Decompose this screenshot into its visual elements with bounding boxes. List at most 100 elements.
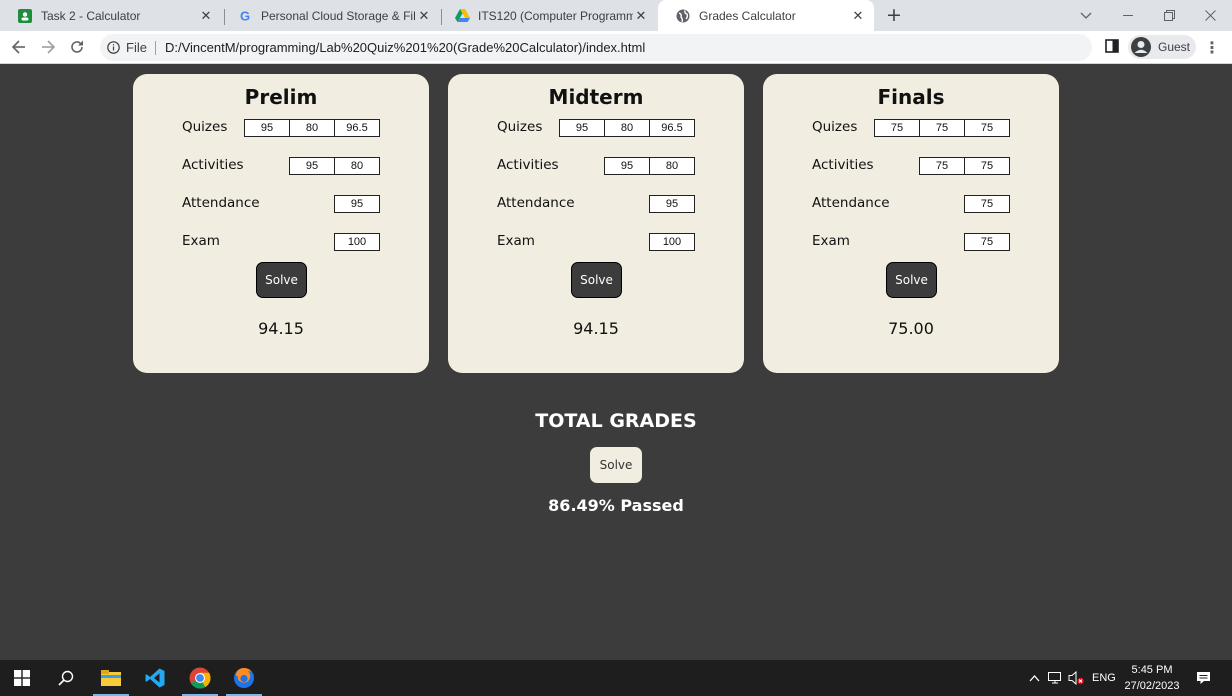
finals-result: 75.00	[888, 319, 934, 338]
activity-2-input[interactable]	[649, 157, 695, 175]
attendance-label: Attendance	[812, 195, 890, 211]
globe-icon	[675, 8, 691, 24]
drive-icon	[454, 8, 470, 24]
notification-icon[interactable]	[1194, 660, 1212, 696]
total-result: 86.49% Passed	[548, 496, 684, 515]
forward-arrow-icon[interactable]	[38, 37, 58, 57]
file-chip: File	[126, 40, 156, 55]
volume-muted-icon[interactable]	[1067, 660, 1085, 696]
file-explorer-icon[interactable]	[89, 660, 133, 696]
info-icon[interactable]	[107, 41, 120, 54]
attendance-input[interactable]	[334, 195, 380, 213]
quiz-2-input[interactable]	[289, 119, 335, 137]
total-grades-heading: TOTAL GRADES	[535, 410, 697, 432]
activity-2-input[interactable]	[964, 157, 1010, 175]
quiz-1-input[interactable]	[874, 119, 920, 137]
menu-kebab-icon[interactable]: ⋮	[1204, 38, 1220, 57]
tab-title: ITS120 (Computer Programming	[478, 8, 633, 23]
url-text[interactable]: D:/VincentM/programming/Lab%20Quiz%201%2…	[165, 40, 645, 55]
close-tab-icon[interactable]: ✕	[198, 8, 214, 24]
new-tab-button[interactable]: +	[884, 4, 904, 26]
exam-input[interactable]	[964, 233, 1010, 251]
firefox-icon[interactable]	[222, 660, 266, 696]
profile-label: Guest	[1158, 40, 1191, 54]
quiz-1-input[interactable]	[244, 119, 290, 137]
quiz-3-input[interactable]	[649, 119, 695, 137]
activities-label: Activities	[497, 157, 559, 173]
clock-time: 5:45 PM	[1131, 664, 1173, 676]
side-panel-icon[interactable]	[1103, 37, 1121, 55]
attendance-input[interactable]	[649, 195, 695, 213]
exam-label: Exam	[182, 233, 220, 249]
vs-code-icon[interactable]	[133, 660, 177, 696]
total-solve-button[interactable]: Solve	[590, 447, 642, 483]
close-tab-icon[interactable]: ✕	[850, 8, 866, 24]
quizes-label: Quizes	[812, 119, 858, 135]
language-indicator[interactable]: ENG	[1092, 660, 1116, 696]
chrome-icon[interactable]	[178, 660, 222, 696]
close-tab-icon[interactable]: ✕	[633, 8, 649, 24]
midterm-card: Midterm Quizes Activities Attendance Exa…	[448, 74, 744, 373]
activity-2-input[interactable]	[334, 157, 380, 175]
close-tab-icon[interactable]: ✕	[416, 8, 432, 24]
network-icon[interactable]	[1046, 660, 1064, 696]
tab-its120[interactable]: ITS120 (Computer Programming ✕	[437, 0, 657, 31]
finals-card: Finals Quizes Activities Attendance Exam…	[763, 74, 1059, 373]
quiz-2-input[interactable]	[604, 119, 650, 137]
clock-date: 27/02/2023	[1124, 680, 1180, 692]
tab-title: Task 2 - Calculator	[41, 8, 141, 23]
card-title: Finals	[877, 85, 945, 109]
browser-tab-strip: Task 2 - Calculator ✕ G Personal Cloud S…	[0, 0, 1232, 31]
midterm-result: 94.15	[573, 319, 619, 338]
activities-label: Activities	[812, 157, 874, 173]
quizes-label: Quizes	[497, 119, 543, 135]
tab-title: Personal Cloud Storage & File Sh	[261, 8, 416, 23]
minimize-icon[interactable]	[1108, 0, 1148, 31]
clock[interactable]: 5:45 PM 27/02/2023	[1118, 662, 1186, 694]
reload-icon[interactable]	[67, 37, 87, 57]
prelim-solve-button[interactable]: Solve	[256, 262, 307, 298]
finals-solve-button[interactable]: Solve	[886, 262, 937, 298]
midterm-solve-button[interactable]: Solve	[571, 262, 622, 298]
windows-start-icon[interactable]	[0, 660, 44, 696]
activity-1-input[interactable]	[604, 157, 650, 175]
restore-icon[interactable]	[1149, 0, 1189, 31]
card-title: Prelim	[244, 85, 318, 109]
back-arrow-icon[interactable]	[9, 37, 29, 57]
search-icon[interactable]	[44, 660, 88, 696]
activities-label: Activities	[182, 157, 244, 173]
exam-label: Exam	[812, 233, 850, 249]
quizes-label: Quizes	[182, 119, 228, 135]
tab-search-icon[interactable]	[1066, 0, 1106, 31]
tab-title: Grades Calculator	[699, 8, 796, 23]
profile-button[interactable]: Guest	[1128, 35, 1196, 59]
exam-input[interactable]	[649, 233, 695, 251]
page-content: Prelim Quizes Activities Attendance Exam…	[0, 64, 1232, 660]
exam-input[interactable]	[334, 233, 380, 251]
attendance-label: Attendance	[497, 195, 575, 211]
exam-label: Exam	[497, 233, 535, 249]
quiz-1-input[interactable]	[559, 119, 605, 137]
classroom-icon	[17, 8, 33, 24]
quiz-2-input[interactable]	[919, 119, 965, 137]
browser-toolbar: File D:/VincentM/programming/Lab%20Quiz%…	[0, 31, 1232, 64]
quiz-3-input[interactable]	[964, 119, 1010, 137]
address-bar[interactable]: File D:/VincentM/programming/Lab%20Quiz%…	[100, 34, 1092, 61]
tab-task2-calculator[interactable]: Task 2 - Calculator ✕	[0, 0, 222, 31]
svg-text:G: G	[240, 9, 250, 23]
prelim-card: Prelim Quizes Activities Attendance Exam…	[133, 74, 429, 373]
tab-cloud-storage[interactable]: G Personal Cloud Storage & File Sh ✕	[220, 0, 440, 31]
tab-grades-calculator[interactable]: Grades Calculator ✕	[658, 0, 874, 31]
avatar-icon	[1131, 37, 1151, 57]
attendance-label: Attendance	[182, 195, 260, 211]
close-window-icon[interactable]	[1190, 0, 1230, 31]
tray-chevron-up-icon[interactable]	[1026, 660, 1042, 696]
activity-1-input[interactable]	[289, 157, 335, 175]
attendance-input[interactable]	[964, 195, 1010, 213]
windows-taskbar: ENG 5:45 PM 27/02/2023	[0, 660, 1232, 696]
activity-1-input[interactable]	[919, 157, 965, 175]
google-icon: G	[237, 8, 253, 24]
card-title: Midterm	[548, 85, 644, 109]
quiz-3-input[interactable]	[334, 119, 380, 137]
prelim-result: 94.15	[258, 319, 304, 338]
